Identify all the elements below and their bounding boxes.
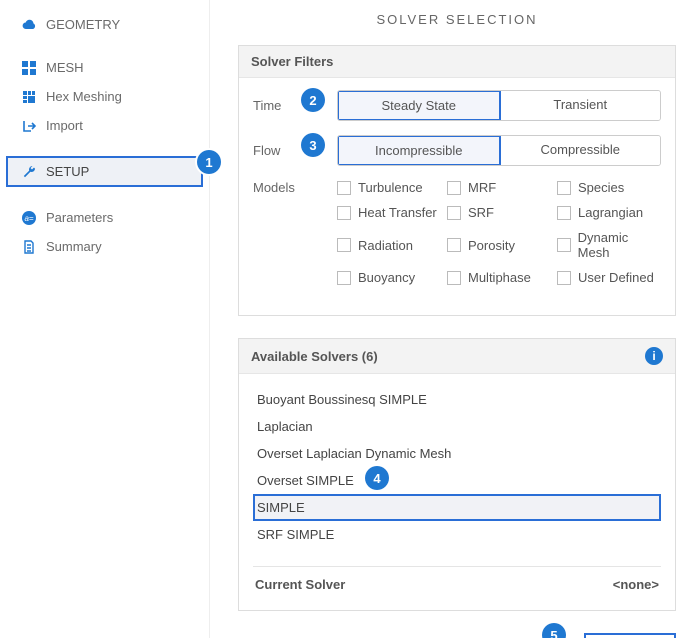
flow-incompressible[interactable]: Incompressible	[337, 135, 501, 166]
cloud-icon	[18, 18, 40, 32]
nav-label: Hex Meshing	[46, 89, 122, 104]
step-badge-2: 2	[301, 88, 325, 112]
models-grid: Turbulence MRF Species Heat Transfer SRF…	[337, 180, 661, 285]
solver-item[interactable]: SRF SIMPLE	[253, 521, 661, 548]
nav-parameters[interactable]: a= Parameters	[0, 203, 209, 232]
model-label: Radiation	[358, 238, 413, 253]
solver-item[interactable]: Laplacian	[253, 413, 661, 440]
model-label: Buoyancy	[358, 270, 415, 285]
model-label: Turbulence	[358, 180, 423, 195]
model-label: Multiphase	[468, 270, 531, 285]
nav-mesh[interactable]: MESH	[0, 53, 209, 82]
model-radiation[interactable]: Radiation	[337, 230, 441, 260]
solver-filters-panel: Solver Filters 2 Time Steady State Trans…	[238, 45, 676, 316]
import-icon	[18, 119, 40, 133]
checkbox-icon	[557, 238, 571, 252]
current-solver-value: <none>	[613, 577, 659, 592]
available-solvers-label: Available Solvers (6)	[251, 349, 378, 364]
model-mrf[interactable]: MRF	[447, 180, 551, 195]
time-steady-state[interactable]: Steady State	[337, 90, 501, 121]
checkbox-icon	[337, 271, 351, 285]
document-icon	[18, 240, 40, 254]
nav-label: Import	[46, 118, 83, 133]
model-label: User Defined	[578, 270, 654, 285]
solver-item[interactable]: Overset SIMPLE 4	[253, 467, 661, 494]
nav-geometry[interactable]: GEOMETRY	[0, 10, 209, 39]
nav-label: Summary	[46, 239, 102, 254]
model-user-defined[interactable]: User Defined	[557, 270, 661, 285]
nav-label: SETUP	[46, 164, 89, 179]
checkbox-icon	[557, 206, 571, 220]
available-solvers-panel: Available Solvers (6) i Buoyant Boussine…	[238, 338, 676, 611]
model-dynamic-mesh[interactable]: Dynamic Mesh	[557, 230, 661, 260]
nav-import[interactable]: Import	[0, 111, 209, 140]
flow-segmented: Incompressible Compressible	[337, 135, 661, 166]
step-badge-3: 3	[301, 133, 325, 157]
checkbox-icon	[447, 271, 461, 285]
sidebar: GEOMETRY MESH Hex Meshing Import 1 SETUP…	[0, 0, 210, 638]
solver-item-selected[interactable]: SIMPLE	[253, 494, 661, 521]
solver-filters-heading: Solver Filters	[239, 46, 675, 78]
solver-item-label: Overset SIMPLE	[257, 473, 354, 488]
checkbox-icon	[447, 206, 461, 220]
time-segmented: Steady State Transient	[337, 90, 661, 121]
checkbox-icon	[447, 181, 461, 195]
model-label: Dynamic Mesh	[578, 230, 661, 260]
select-button[interactable]: Select	[584, 633, 676, 638]
model-label: Lagrangian	[578, 205, 643, 220]
checkbox-icon	[557, 271, 571, 285]
nav-label: Parameters	[46, 210, 113, 225]
filter-label-models: Models	[253, 180, 309, 195]
select-row: 5 Select	[238, 633, 676, 638]
current-solver-label: Current Solver	[255, 577, 345, 592]
checkbox-icon	[557, 181, 571, 195]
solver-item[interactable]: Overset Laplacian Dynamic Mesh	[253, 440, 661, 467]
step-badge-4: 4	[365, 466, 389, 490]
parameters-icon: a=	[18, 211, 40, 225]
grid-icon	[18, 61, 40, 75]
checkbox-icon	[447, 238, 461, 252]
checkbox-icon	[337, 181, 351, 195]
model-label: MRF	[468, 180, 496, 195]
model-label: Porosity	[468, 238, 515, 253]
model-buoyancy[interactable]: Buoyancy	[337, 270, 441, 285]
svg-text:a=: a=	[24, 214, 33, 223]
checkbox-icon	[337, 238, 351, 252]
step-badge-5: 5	[542, 623, 566, 638]
nav-summary[interactable]: Summary	[0, 232, 209, 261]
model-turbulence[interactable]: Turbulence	[337, 180, 441, 195]
wrench-icon	[18, 165, 40, 179]
filter-row-time: 2 Time Steady State Transient	[253, 90, 661, 121]
flow-compressible[interactable]: Compressible	[500, 136, 661, 165]
filter-row-flow: 3 Flow Incompressible Compressible	[253, 135, 661, 166]
model-species[interactable]: Species	[557, 180, 661, 195]
checkbox-icon	[337, 206, 351, 220]
time-transient[interactable]: Transient	[500, 91, 661, 120]
model-heat-transfer[interactable]: Heat Transfer	[337, 205, 441, 220]
model-label: SRF	[468, 205, 494, 220]
info-icon[interactable]: i	[645, 347, 663, 365]
solver-item[interactable]: Buoyant Boussinesq SIMPLE	[253, 386, 661, 413]
model-porosity[interactable]: Porosity	[447, 230, 551, 260]
current-solver-row: Current Solver <none>	[253, 566, 661, 594]
nav-hex-meshing[interactable]: Hex Meshing	[0, 82, 209, 111]
main-panel: SOLVER SELECTION Solver Filters 2 Time S…	[210, 0, 694, 638]
nav-label: GEOMETRY	[46, 17, 120, 32]
model-label: Species	[578, 180, 624, 195]
hex-icon	[18, 90, 40, 104]
step-badge-1: 1	[197, 150, 221, 174]
model-multiphase[interactable]: Multiphase	[447, 270, 551, 285]
page-title: SOLVER SELECTION	[238, 8, 676, 45]
filter-row-models: Models Turbulence MRF Species Heat Trans…	[253, 180, 661, 285]
available-solvers-heading: Available Solvers (6) i	[239, 339, 675, 374]
model-label: Heat Transfer	[358, 205, 437, 220]
nav-label: MESH	[46, 60, 84, 75]
model-lagrangian[interactable]: Lagrangian	[557, 205, 661, 220]
model-srf[interactable]: SRF	[447, 205, 551, 220]
nav-setup[interactable]: SETUP	[6, 156, 203, 187]
